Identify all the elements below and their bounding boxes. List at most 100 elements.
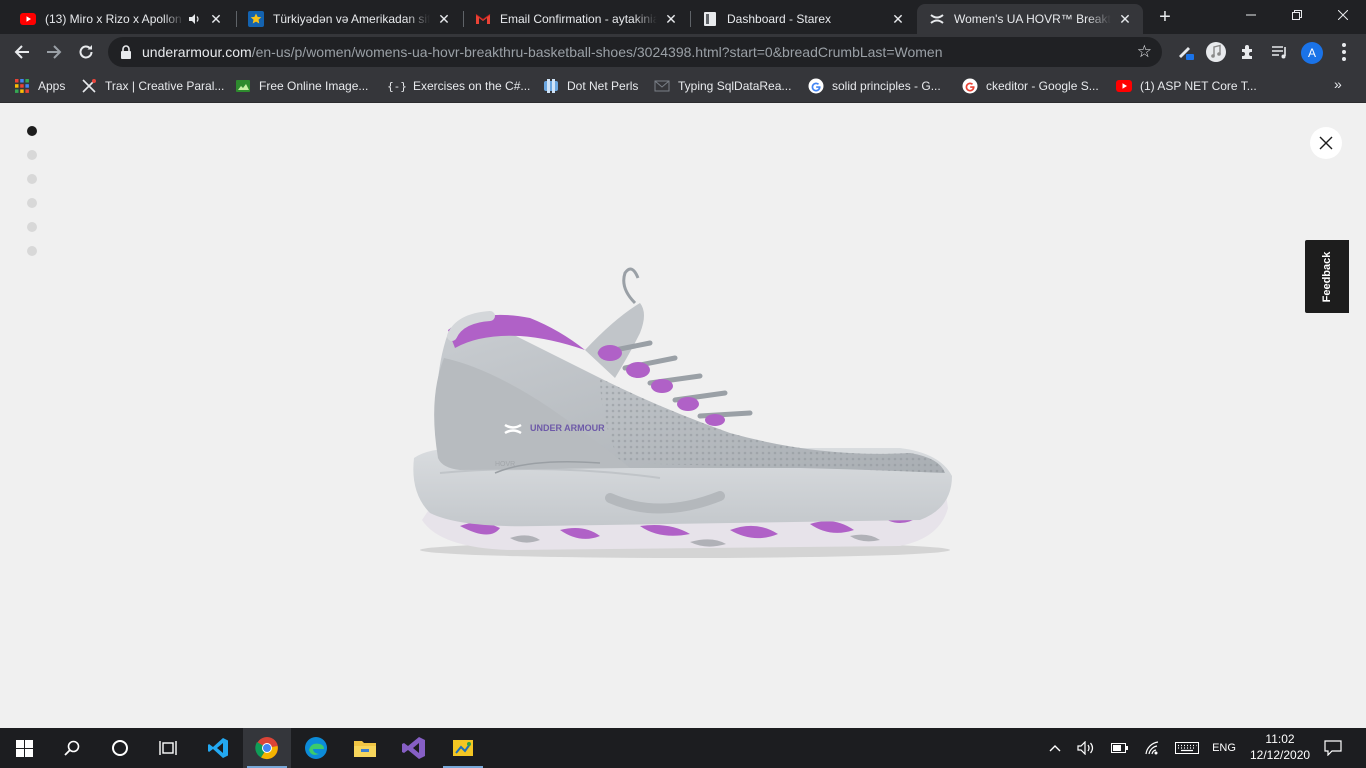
bookmark-trax[interactable]: Trax | Creative Paral...: [81, 76, 224, 96]
close-icon: [1319, 136, 1333, 150]
google-icon: [808, 78, 824, 94]
extension-music-icon[interactable]: [1204, 40, 1228, 64]
notification-icon: [1324, 740, 1342, 756]
taskbar-visual-studio[interactable]: [390, 728, 438, 768]
mail-icon: [654, 78, 670, 94]
start-button[interactable]: [0, 728, 48, 768]
volume-icon: [1077, 741, 1094, 755]
chrome-menu-button[interactable]: [1332, 40, 1356, 64]
gallery-dot-5[interactable]: [27, 222, 37, 232]
action-center-button[interactable]: [1318, 728, 1348, 768]
wifi-button[interactable]: [1141, 728, 1165, 768]
touch-keyboard-button[interactable]: [1173, 728, 1201, 768]
search-button[interactable]: [48, 728, 96, 768]
image-icon: [235, 78, 251, 94]
show-hidden-icons-button[interactable]: [1044, 728, 1066, 768]
tab-title: Dashboard - Starex: [727, 12, 832, 26]
product-shoe-image[interactable]: UNDER ARMOUR HOVR: [400, 258, 970, 568]
arrow-right-icon: [47, 45, 62, 59]
bookmark-free-online-image[interactable]: Free Online Image...: [235, 76, 368, 96]
search-icon: [64, 740, 80, 756]
bookmarks-overflow-icon[interactable]: »: [1334, 76, 1342, 92]
clock-date: 12/12/2020: [1250, 748, 1311, 762]
trax-icon: [81, 78, 97, 94]
profile-avatar[interactable]: A: [1301, 42, 1323, 64]
tab-under-armour[interactable]: Women's UA HOVR™ Breakthru ✕: [917, 4, 1143, 34]
bookmark-label: Apps: [38, 79, 66, 93]
taskbar-snipping-tool[interactable]: [439, 728, 487, 768]
new-tab-button[interactable]: +: [1154, 6, 1176, 28]
bookmark-label: Exercises on the C#...: [413, 79, 531, 93]
forward-button[interactable]: [40, 38, 68, 66]
volume-button[interactable]: [1074, 728, 1098, 768]
windows-logo-icon: [15, 739, 33, 757]
gallery-pagination: [27, 126, 37, 270]
gallery-dot-3[interactable]: [27, 174, 37, 184]
tab-dashboard-starex[interactable]: Dashboard - Starex ✕: [690, 4, 916, 34]
bookmark-ckeditor[interactable]: ckeditor - Google S...: [962, 76, 1099, 96]
minimize-button[interactable]: [1228, 0, 1274, 30]
taskbar-chrome[interactable]: [243, 728, 291, 768]
bookmark-solid-principles[interactable]: solid principles - G...: [808, 76, 941, 96]
youtube-icon: [1116, 78, 1132, 94]
arrow-left-icon: [14, 45, 29, 59]
gallery-dot-2[interactable]: [27, 150, 37, 160]
cortana-button[interactable]: [96, 728, 144, 768]
system-clock[interactable]: 11:02 12/12/2020: [1250, 731, 1310, 763]
restore-button[interactable]: [1274, 0, 1320, 30]
taskbar-edge[interactable]: [292, 728, 340, 768]
back-button[interactable]: [8, 38, 36, 66]
taskbar-vscode[interactable]: [194, 728, 242, 768]
browser-toolbar: underarmour.com/en-us/p/women/womens-ua-…: [0, 34, 1366, 70]
bookmark-apps[interactable]: Apps: [14, 76, 65, 96]
url-path: /en-us/p/women/womens-ua-hovr-breakthru-…: [251, 44, 943, 60]
bookmark-star-icon[interactable]: ☆: [1137, 42, 1152, 62]
chrome-icon: [255, 737, 278, 760]
close-tab-icon[interactable]: ✕: [890, 11, 906, 27]
brand-text: UNDER ARMOUR: [530, 423, 605, 433]
close-tab-icon[interactable]: ✕: [436, 11, 452, 27]
url-text[interactable]: underarmour.com/en-us/p/women/womens-ua-…: [142, 44, 942, 60]
input-language[interactable]: ENG: [1206, 728, 1242, 768]
gmail-icon: [475, 11, 491, 27]
bookmark-label: Dot Net Perls: [567, 79, 639, 93]
close-tab-icon[interactable]: ✕: [663, 11, 679, 27]
speaker-icon[interactable]: [188, 12, 202, 26]
extensions-puzzle-icon[interactable]: [1236, 40, 1260, 64]
tab-title: Email Confirmation - aytakinia: [500, 12, 657, 26]
taskbar-file-explorer[interactable]: [341, 728, 389, 768]
gallery-dot-6[interactable]: [27, 246, 37, 256]
under-armour-icon: [929, 11, 945, 27]
close-tab-icon[interactable]: ✕: [208, 11, 224, 27]
tab-gmail[interactable]: Email Confirmation - aytakinia ✕: [463, 4, 689, 34]
wifi-icon: [1145, 741, 1159, 755]
close-window-button[interactable]: [1320, 0, 1366, 30]
bookmark-asp-net-core[interactable]: (1) ASP NET Core T...: [1116, 76, 1257, 96]
close-window-icon: [1338, 10, 1348, 20]
feedback-tab[interactable]: Feedback: [1305, 240, 1349, 313]
battery-button[interactable]: [1108, 728, 1132, 768]
folder-icon: [354, 741, 376, 757]
tab-youtube-miro[interactable]: (13) Miro x Rizo x Apollon ✕: [8, 4, 234, 34]
close-tab-icon[interactable]: ✕: [1117, 11, 1133, 27]
address-bar[interactable]: underarmour.com/en-us/p/women/womens-ua-…: [108, 37, 1162, 67]
gallery-dot-4[interactable]: [27, 198, 37, 208]
url-host: underarmour.com: [142, 44, 252, 60]
clock-time: 11:02: [1265, 732, 1295, 746]
youtube-icon: [20, 11, 36, 27]
gallery-dot-1[interactable]: [27, 126, 37, 136]
minimize-icon: [1246, 14, 1256, 16]
product-image-lightbox: Feedback UNDER ARMOUR HOVR: [0, 103, 1366, 728]
task-view-button[interactable]: [144, 728, 192, 768]
bookmark-dot-net-perls[interactable]: Dot Net Perls: [543, 76, 638, 96]
tab-turkiye[interactable]: Türkiyədən və Amerikadan sifariş ✕: [236, 4, 462, 34]
tab-title: Women's UA HOVR™ Breakthru: [954, 12, 1111, 26]
extension-pen-icon[interactable]: [1174, 40, 1198, 64]
close-lightbox-button[interactable]: [1310, 127, 1342, 159]
bookmark-csharp-exercises[interactable]: {-} Exercises on the C#...: [387, 76, 531, 96]
reload-button[interactable]: [72, 38, 100, 66]
bookmarks-bar: Apps Trax | Creative Paral... Free Onlin…: [0, 70, 1366, 103]
bookmark-typing-sqldatareader[interactable]: Typing SqlDataRea...: [654, 76, 791, 96]
media-control-icon[interactable]: [1268, 40, 1292, 64]
bookmark-label: Trax | Creative Paral...: [105, 79, 225, 93]
